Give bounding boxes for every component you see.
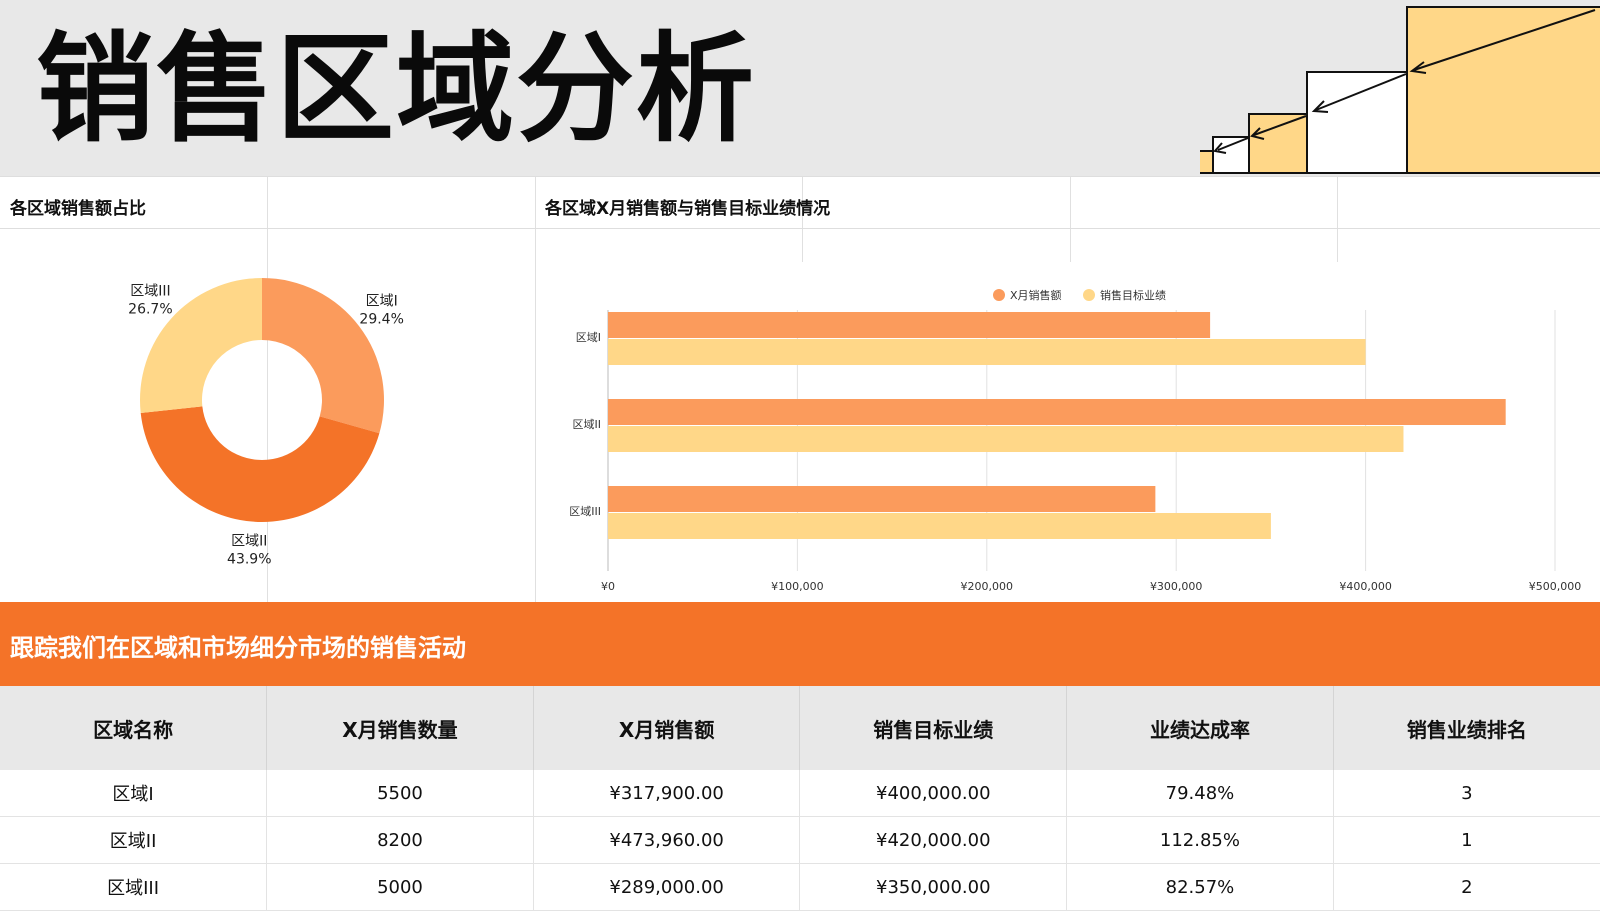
legend-marker <box>1083 289 1095 301</box>
y-category-label: 区域I <box>576 331 601 344</box>
x-tick-label: ¥500,000 <box>1529 580 1582 593</box>
bar <box>608 426 1404 452</box>
bar <box>608 486 1156 512</box>
header: 销售区域分析 <box>0 0 1600 176</box>
banner-text: 跟踪我们在区域和市场细分市场的销售活动 <box>10 634 466 662</box>
table-cell: ¥350,000.00 <box>799 863 1068 911</box>
slice-label: 区域I <box>366 294 398 310</box>
bar <box>608 312 1211 338</box>
bar-chart-title: 各区域X月销售额与销售目标业绩情况 <box>545 199 831 219</box>
table-cell: 5500 <box>266 770 534 817</box>
sales-table: 区域名称 X月销售数量 X月销售额 销售目标业绩 业绩达成率 销售业绩排名 区域… <box>0 686 1600 911</box>
y-category-label: 区域III <box>569 505 601 518</box>
table-cell: ¥400,000.00 <box>799 770 1068 817</box>
bar-chart: ¥0 ¥100,000 ¥200,000 ¥300,000 ¥400,000 ¥500,0… <box>569 288 1582 593</box>
table-row: 区域II 8200 ¥473,960.00 ¥420,000.00 112.85… <box>0 816 1600 864</box>
x-tick-label: ¥0 <box>601 580 615 593</box>
x-tick-label: ¥400,000 <box>1339 580 1392 593</box>
table-cell: 112.85% <box>1066 816 1334 864</box>
table-cell: ¥317,900.00 <box>533 770 801 817</box>
donut-slice <box>140 406 380 522</box>
page-title: 销售区域分析 <box>36 20 757 158</box>
table-cell: ¥473,960.00 <box>533 816 801 864</box>
legend-marker <box>993 289 1005 301</box>
slice-value-label: 43.9% <box>227 551 271 567</box>
growth-stairs-icon <box>1200 6 1600 174</box>
table-cell: 1 <box>1333 816 1600 864</box>
table-row: 区域III 5000 ¥289,000.00 ¥350,000.00 82.57… <box>0 863 1600 911</box>
table-cell: 5000 <box>266 863 534 911</box>
column-header: 业绩达成率 <box>1066 686 1334 770</box>
column-header: 区域名称 <box>0 686 268 770</box>
table-header-row: 区域名称 X月销售数量 X月销售额 销售目标业绩 业绩达成率 销售业绩排名 <box>0 686 1600 770</box>
slice-value-label: 26.7% <box>128 302 172 318</box>
slice-value-label: 29.4% <box>359 312 403 328</box>
table-cell: 3 <box>1333 770 1600 817</box>
table-cell: 82.57% <box>1066 863 1334 911</box>
column-header: 销售目标业绩 <box>799 686 1068 770</box>
table-cell: 79.48% <box>1066 770 1334 817</box>
x-tick-label: ¥200,000 <box>961 580 1014 593</box>
y-category-label: 区域II <box>573 418 602 431</box>
table-cell: 区域III <box>0 863 268 911</box>
donut-chart-title: 各区域销售额占比 <box>10 199 146 219</box>
column-header: X月销售数量 <box>266 686 534 770</box>
table-cell: ¥420,000.00 <box>799 816 1068 864</box>
legend-label: X月销售额 <box>1010 288 1062 302</box>
slice-label: 区域II <box>231 533 267 549</box>
table-cell: 8200 <box>266 816 534 864</box>
table-cell: 区域I <box>0 770 268 817</box>
table-cell: ¥289,000.00 <box>533 863 801 911</box>
bar <box>608 513 1271 539</box>
x-tick-label: ¥300,000 <box>1150 580 1203 593</box>
banner: 跟踪我们在区域和市场细分市场的销售活动 <box>0 602 1600 686</box>
x-tick-label: ¥100,000 <box>771 580 824 593</box>
slice-label: 区域III <box>130 284 170 300</box>
donut-chart: 区域I 29.4% 区域II 43.9% 区域III 26.7% <box>128 278 404 567</box>
column-header: 销售业绩排名 <box>1333 686 1600 770</box>
bar <box>608 339 1366 365</box>
table-row: 区域I 5500 ¥317,900.00 ¥400,000.00 79.48% … <box>0 770 1600 817</box>
column-header: X月销售额 <box>533 686 801 770</box>
table-cell: 2 <box>1333 863 1600 911</box>
legend-label: 销售目标业绩 <box>1100 288 1166 302</box>
bar <box>608 399 1506 425</box>
table-cell: 区域II <box>0 816 268 864</box>
